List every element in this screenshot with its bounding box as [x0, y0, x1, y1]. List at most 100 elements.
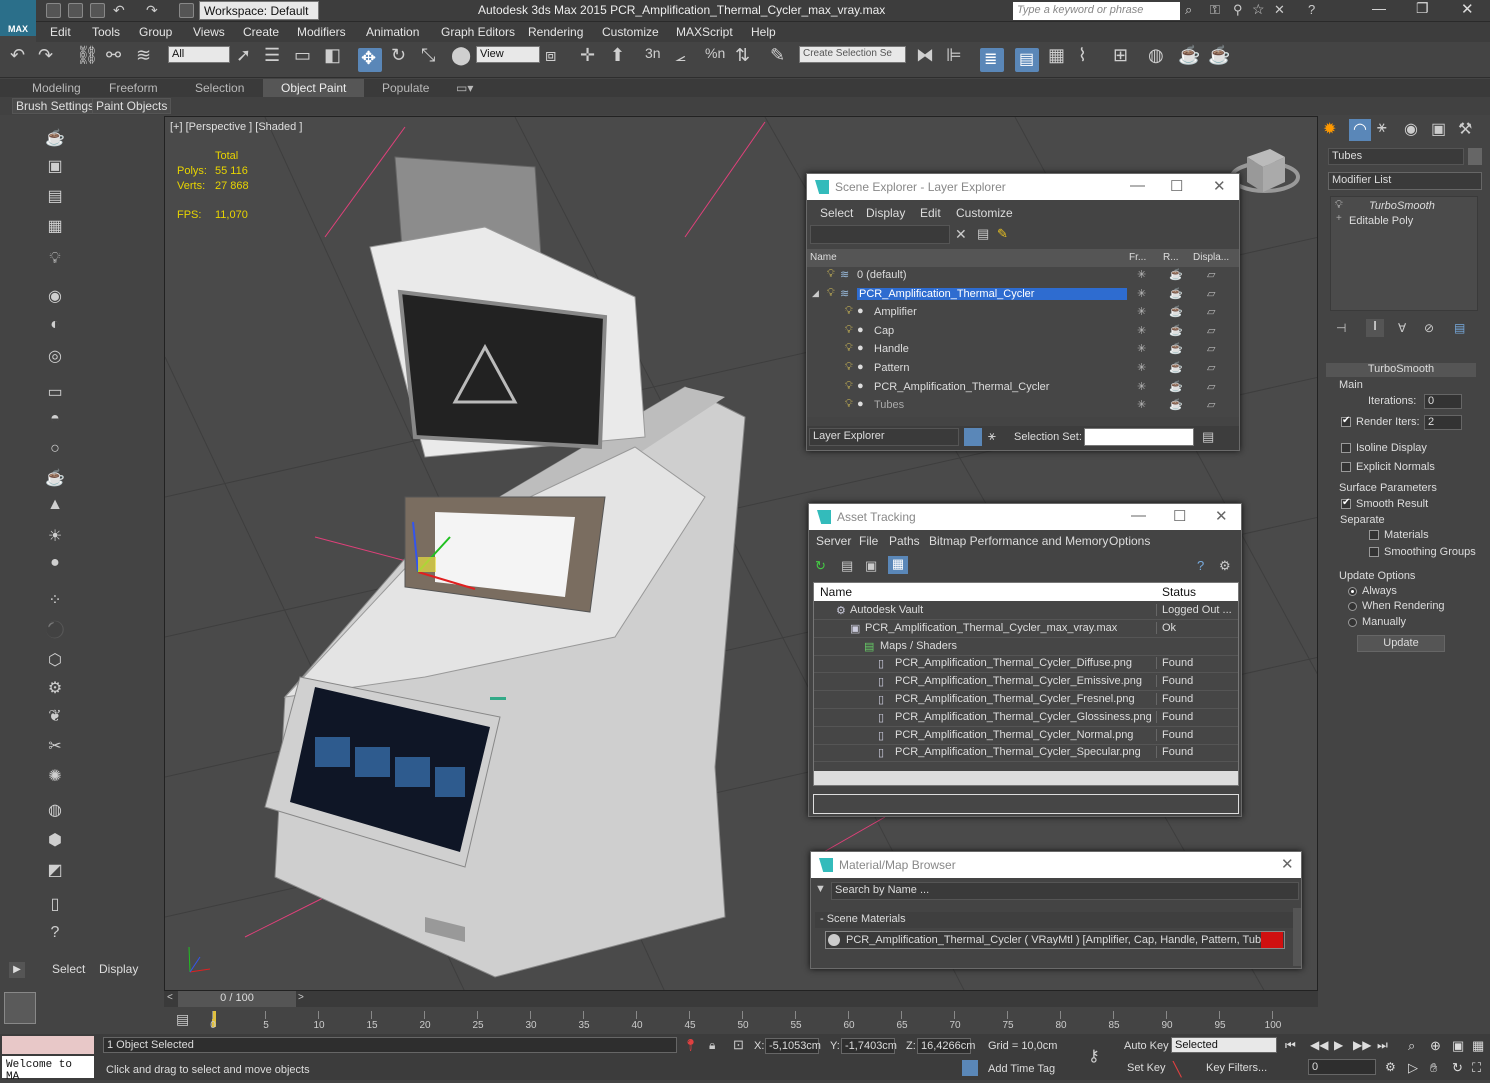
mirror-icon[interactable]: ⧓	[916, 45, 934, 66]
explorer-type-dropdown[interactable]: Layer Explorer	[809, 428, 959, 446]
light-bulb-icon[interactable]: 💡︎	[45, 250, 65, 268]
material-icon[interactable]: ⚫	[45, 620, 65, 639]
project-folder-icon[interactable]	[179, 3, 194, 18]
asset-row[interactable]: ▣ PCR_Amplification_Thermal_Cycler_max_vr…	[814, 620, 1238, 638]
display-box-icon[interactable]: ▱	[1207, 268, 1215, 281]
material-search-input[interactable]: Search by Name ...	[831, 882, 1299, 900]
visibility-bulb-icon[interactable]: 💡︎	[845, 342, 853, 355]
minimize-icon[interactable]: —	[1130, 177, 1145, 194]
motion-tab-icon[interactable]: ◉	[1404, 119, 1418, 139]
tab-freeform[interactable]: Freeform	[109, 81, 158, 95]
schematic-view-icon[interactable]: ⊞	[1113, 45, 1128, 66]
close-icon[interactable]: ✕	[1213, 177, 1226, 195]
show-end-result-icon[interactable]: Ⅰ	[1366, 319, 1384, 337]
time-slider[interactable]: < 0 / 100 >	[164, 991, 1318, 1007]
zoom-extents-all-icon[interactable]: ▦	[1472, 1038, 1484, 1054]
refresh-icon[interactable]: ↻	[815, 558, 826, 574]
render-camera-icon[interactable]: ◎	[45, 346, 65, 365]
at-menu-server[interactable]: Server	[816, 534, 851, 548]
menu-rendering[interactable]: Rendering	[528, 25, 583, 39]
display-box-icon[interactable]: ▱	[1207, 361, 1215, 374]
key-icon[interactable]: ⚿	[1210, 2, 1220, 18]
open-file-icon[interactable]	[68, 3, 83, 18]
menu-create[interactable]: Create	[243, 25, 279, 39]
menu-views[interactable]: Views	[193, 25, 225, 39]
render-frame-icon[interactable]: ◩	[45, 860, 65, 879]
close-icon[interactable]: ✕	[1461, 0, 1474, 18]
asset-row[interactable]: ▯ PCR_Amplification_Thermal_Cycler_Emissi…	[814, 673, 1238, 692]
fov-icon[interactable]: ▷	[1408, 1060, 1418, 1076]
visibility-bulb-icon[interactable]: 💡︎	[827, 287, 835, 300]
binoculars-icon[interactable]: ⌕	[1185, 2, 1192, 18]
graphite-toggle-icon[interactable]: ▦	[1048, 45, 1065, 66]
visibility-bulb-icon[interactable]: 💡︎	[845, 324, 853, 337]
asset-tracking-titlebar[interactable]: Asset Tracking — ☐ ✕	[809, 504, 1241, 530]
filter-icon[interactable]: ▤	[977, 226, 989, 242]
orbit-icon[interactable]: ↻	[1452, 1060, 1463, 1076]
menu-graph-editors[interactable]: Graph Editors	[441, 25, 515, 39]
viewport-layout-icon[interactable]	[4, 992, 36, 1024]
at-menu-paths[interactable]: Paths	[889, 534, 920, 548]
asset-row[interactable]: ⚙ Autodesk Vault Logged Out ...	[814, 602, 1238, 620]
material-browser-titlebar[interactable]: Material/Map Browser ✕	[811, 852, 1301, 878]
restore-icon[interactable]: ❐	[1416, 0, 1429, 17]
display-box-icon[interactable]: ▱	[1207, 305, 1215, 318]
se-menu-display[interactable]: Display	[866, 206, 905, 220]
help-icon[interactable]: ?	[1308, 2, 1315, 17]
render-teapot-icon[interactable]: ☕	[1169, 398, 1183, 411]
teapot-icon[interactable]: ☕	[45, 128, 65, 147]
freeze-icon[interactable]: ✳	[1137, 398, 1146, 411]
layers-toggle-icon[interactable]	[964, 428, 982, 446]
asset-row[interactable]: ▯ PCR_Amplification_Thermal_Cycler_Fresne…	[814, 691, 1238, 709]
browser-options-icon[interactable]: ▼	[815, 883, 826, 895]
camera-icon[interactable]: ◉	[45, 286, 65, 305]
teapot-primitive-icon[interactable]: ☕	[45, 468, 65, 487]
save-file-icon[interactable]	[90, 3, 105, 18]
menu-modifiers[interactable]: Modifiers	[297, 25, 346, 39]
asset-row[interactable]: ▤ Maps / Shaders	[814, 638, 1238, 656]
modifier-bulb-icon[interactable]: 💡︎	[1335, 199, 1343, 212]
se-menu-select[interactable]: Select	[820, 206, 853, 220]
asset-hscrollbar[interactable]	[814, 771, 1238, 785]
maximize-icon[interactable]: ☐	[1173, 507, 1186, 525]
configure-sets-icon[interactable]: ▤	[1454, 321, 1465, 335]
exchange-icon[interactable]: ✕	[1274, 2, 1285, 18]
freeze-icon[interactable]: ✳	[1137, 324, 1146, 337]
tab-modeling[interactable]: Modeling	[32, 81, 81, 95]
close-icon[interactable]: ✕	[1281, 855, 1294, 873]
freeze-icon[interactable]: ✳	[1137, 287, 1146, 300]
asset-row[interactable]: ▯ PCR_Amplification_Thermal_Cycler_Glossi…	[814, 709, 1238, 727]
help-circle-icon[interactable]: ?	[45, 924, 65, 942]
rotate-icon[interactable]: ↻	[391, 45, 406, 66]
zoom-all-icon[interactable]: ⊕	[1430, 1038, 1441, 1054]
go-start-icon[interactable]: ⏮	[1285, 1038, 1296, 1053]
z-coordinate[interactable]: 16,4266cm	[917, 1038, 975, 1054]
se-row[interactable]: 💡︎ ● Cap ✳ ☕ ▱	[807, 323, 1239, 341]
help-icon[interactable]: ?	[1197, 558, 1204, 573]
ribbon-options-icon[interactable]: ▭▾	[456, 81, 473, 95]
isoline-checkbox[interactable]	[1341, 443, 1351, 453]
window-crossing-icon[interactable]: ◧	[324, 45, 341, 66]
brush-settings-button[interactable]: Brush Settings	[12, 98, 99, 114]
curve-editor-icon[interactable]: ⌇	[1078, 45, 1087, 66]
track-bar[interactable]: ▤ 0 5 10 15 20 25 30 35 40 45 50 55 60 65 70 75 80 85 90 95…	[164, 1007, 1318, 1035]
material-entry[interactable]: PCR_Amplification_Thermal_Cycler ( VRayM…	[825, 931, 1285, 949]
dome-icon[interactable]: ◓	[45, 410, 65, 428]
link-icon[interactable]: ⛓	[76, 45, 99, 66]
freeze-icon[interactable]: ✳	[1137, 380, 1146, 393]
object-name-field[interactable]: Tubes	[1328, 148, 1464, 165]
always-radio[interactable]	[1348, 587, 1357, 596]
search-input[interactable]: Type a keyword or phrase	[1013, 2, 1180, 20]
selection-set-dropdown[interactable]	[1084, 428, 1194, 446]
redo-tool-icon[interactable]: ↷	[38, 45, 53, 66]
se-row[interactable]: 💡︎ ● PCR_Amplification_Thermal_Cycler ✳ ☕ ▱	[807, 379, 1239, 397]
pin-stack-icon[interactable]: ⊣	[1336, 321, 1346, 335]
cone-icon[interactable]: ▲	[45, 496, 65, 514]
visibility-bulb-icon[interactable]: 💡︎	[845, 398, 853, 411]
workspace-dropdown[interactable]: Workspace: Default	[199, 1, 319, 20]
place-icon[interactable]: ⬤	[451, 45, 471, 66]
list-view-icon[interactable]: ▤	[841, 558, 853, 574]
render-teapot-icon[interactable]: ☕	[1169, 361, 1183, 374]
create-tab-icon[interactable]: ✹	[1323, 119, 1345, 141]
menu-group[interactable]: Group	[139, 25, 172, 39]
